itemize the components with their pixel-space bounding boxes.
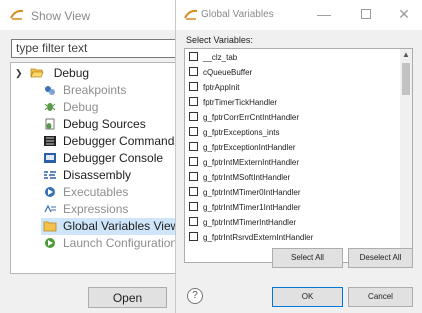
eclipse-logo-icon <box>184 9 198 20</box>
variable-label: fptrTimerTickHandler <box>203 98 278 107</box>
variable-label: g_fptrCorrErrCntIntHandler <box>203 113 300 122</box>
deselect-all-button[interactable]: Deselect All <box>348 248 413 268</box>
tree-item-label: Executables <box>63 185 129 199</box>
variable-row[interactable]: g_fptrIntMTimer0IntHandler <box>189 186 301 199</box>
variable-checkbox[interactable] <box>189 127 198 137</box>
variable-checkbox[interactable] <box>189 97 198 107</box>
variable-checkbox[interactable] <box>189 82 198 92</box>
tree-item-expressions[interactable]: Expressions <box>43 201 128 218</box>
executables-icon <box>45 186 55 197</box>
variable-row[interactable]: g_fptrExceptionIntHandler <box>189 141 296 154</box>
variable-checkbox[interactable] <box>189 112 198 122</box>
variable-checkbox[interactable] <box>189 172 198 182</box>
show-view-title: Show View <box>31 9 91 23</box>
variable-label: g_fptrExceptions_ints <box>203 128 280 137</box>
open-button[interactable]: Open <box>88 287 167 308</box>
debugger-console-icon <box>44 152 56 163</box>
variable-row[interactable]: cQueueBuffer <box>189 66 252 79</box>
ok-button[interactable]: OK <box>272 287 343 307</box>
maximize-icon[interactable] <box>356 4 376 24</box>
variable-label: g_fptrIntRsrvdExternIntHandler <box>203 233 314 242</box>
variable-row[interactable]: g_fptrExceptions_ints <box>189 126 280 139</box>
variable-row[interactable]: g_fptrIntMExternIntHandler <box>189 156 299 169</box>
tree-item-debugger-commands[interactable]: Debugger Commands <box>43 133 180 150</box>
variable-checkbox[interactable] <box>189 217 198 227</box>
show-view-dialog: Show View type filter text ❯ Debug Break… <box>0 0 191 313</box>
variable-row[interactable]: g_fptrIntMTimerIntHandler <box>189 216 296 229</box>
variable-row[interactable]: g_fptrIntMTimer1IntHandler <box>189 201 301 214</box>
breakpoints-icon <box>45 85 55 95</box>
show-view-titlebar[interactable]: Show View <box>0 0 175 30</box>
filter-placeholder: type filter text <box>16 41 88 55</box>
tree-item-debug-folder[interactable]: ❯ Debug <box>15 65 89 82</box>
scrollbar-thumb[interactable] <box>402 63 410 95</box>
tree-item-label: Launch Configurations <box>63 236 184 250</box>
variable-row[interactable]: g_fptrIntMSoftIntHandler <box>189 171 290 184</box>
debug-sources-icon <box>45 118 55 130</box>
tree-item-label: Debug Sources <box>63 117 146 131</box>
tree-item-debug[interactable]: Debug <box>43 99 98 116</box>
launch-configurations-icon <box>45 237 55 248</box>
view-tree[interactable]: ❯ Debug Breakpoints Debug Debug Sources <box>10 62 190 274</box>
variable-label: cQueueBuffer <box>203 68 253 77</box>
chevron-down-icon[interactable]: ❯ <box>15 65 24 82</box>
minimize-icon[interactable]: — <box>314 4 334 24</box>
variable-label: g_fptrIntMTimer1IntHandler <box>203 203 301 212</box>
tree-item-executables[interactable]: Executables <box>43 184 128 201</box>
scroll-up-icon[interactable]: ▲ <box>400 49 412 61</box>
tree-item-label: Debugger Commands <box>63 134 181 148</box>
debugger-commands-icon <box>44 135 56 146</box>
expressions-icon <box>44 204 56 213</box>
eclipse-logo-icon <box>10 9 24 20</box>
tree-item-label: Expressions <box>63 202 129 216</box>
variable-row[interactable]: fptrTimerTickHandler <box>189 96 277 109</box>
folder-open-icon <box>30 68 44 78</box>
variable-label: g_fptrIntMSoftIntHandler <box>203 173 291 182</box>
variables-list[interactable]: __clz_tab cQueueBuffer fptrAppInit fptrT… <box>184 48 413 263</box>
variable-checkbox[interactable] <box>189 67 198 77</box>
variable-checkbox[interactable] <box>189 187 198 197</box>
cancel-button[interactable]: Cancel <box>348 287 413 307</box>
tree-item-debugger-console[interactable]: Debugger Console <box>43 150 163 167</box>
help-icon[interactable]: ? <box>187 288 203 304</box>
variable-label: g_fptrIntMTimerIntHandler <box>203 218 297 227</box>
debug-bug-icon <box>44 102 56 111</box>
variable-label: g_fptrExceptionIntHandler <box>203 143 296 152</box>
variable-checkbox[interactable] <box>189 202 198 212</box>
select-all-button[interactable]: Select All <box>272 248 343 268</box>
folder-icon <box>43 221 57 232</box>
variable-row[interactable]: __clz_tab <box>189 51 237 64</box>
tree-item-debug-sources[interactable]: Debug Sources <box>43 116 146 133</box>
tree-item-disassembly[interactable]: Disassembly <box>43 167 131 184</box>
tree-item-global-variables-view[interactable]: Global Variables View <box>41 218 184 235</box>
variable-label: __clz_tab <box>203 53 238 62</box>
tree-item-breakpoints[interactable]: Breakpoints <box>43 82 126 99</box>
filter-input[interactable]: type filter text <box>11 39 191 58</box>
variable-label: g_fptrIntMTimer0IntHandler <box>203 188 301 197</box>
tree-item-label: Disassembly <box>63 168 132 182</box>
close-icon[interactable]: ✕ <box>394 4 414 24</box>
select-variables-label: Select Variables: <box>186 35 253 45</box>
global-variables-dialog: Global Variables — ✕ Select Variables: _… <box>175 0 422 313</box>
tree-root-label: Debug <box>53 66 90 80</box>
global-variables-title: Global Variables <box>201 9 274 20</box>
variable-label: fptrAppInit <box>203 83 240 92</box>
variable-checkbox[interactable] <box>189 157 198 167</box>
variable-row[interactable]: g_fptrIntRsrvdExternIntHandler <box>189 231 313 244</box>
variable-checkbox[interactable] <box>189 232 198 242</box>
disassembly-icon <box>44 171 56 179</box>
variable-checkbox[interactable] <box>189 52 198 62</box>
variable-checkbox[interactable] <box>189 142 198 152</box>
variable-row[interactable]: fptrAppInit <box>189 81 239 94</box>
tree-item-label: Global Variables View <box>63 219 180 233</box>
variable-row[interactable]: g_fptrCorrErrCntIntHandler <box>189 111 299 124</box>
tree-item-label: Debugger Console <box>63 151 164 165</box>
global-variables-titlebar[interactable]: Global Variables — ✕ <box>176 0 422 30</box>
tree-item-launch-configurations[interactable]: Launch Configurations <box>43 235 183 252</box>
tree-item-label: Debug <box>63 100 99 114</box>
variable-label: g_fptrIntMExternIntHandler <box>203 158 300 167</box>
list-scrollbar[interactable]: ▲ ▼ <box>400 49 412 262</box>
tree-item-label: Breakpoints <box>63 83 127 97</box>
